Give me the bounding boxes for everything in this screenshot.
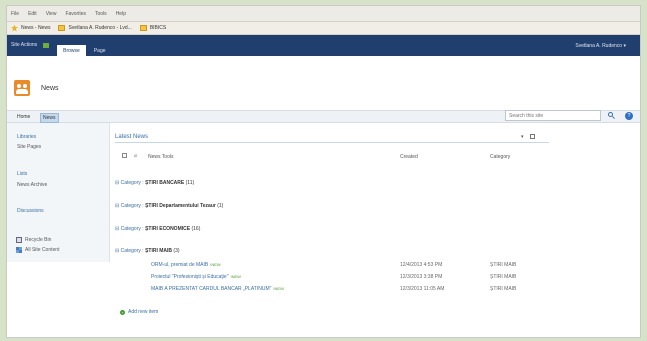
favorite-user[interactable]: Svetlana A. Rudenco - Lvd... <box>58 25 132 31</box>
menu-favorites[interactable]: Favorites <box>65 11 86 17</box>
title-area <box>7 56 640 106</box>
group-header[interactable]: ⊟ Category : ȘTIRI ECONOMICE (16) <box>115 226 200 232</box>
category-cell: ȘTIRI MAIB <box>490 286 517 292</box>
star-icon <box>11 24 18 32</box>
column-header-created[interactable]: Created <box>400 154 418 160</box>
add-new-item-label: Add new item <box>128 309 159 315</box>
all-site-content-icon <box>16 247 22 253</box>
tab-browse[interactable]: Browse <box>57 45 86 56</box>
browser-menubar: File Edit View Favorites Tools Help <box>7 6 640 22</box>
group-name: ȘTIRI BANCARE <box>145 180 185 186</box>
quicklaunch-news-archive[interactable]: News Archive <box>17 182 47 188</box>
people-icon <box>14 80 30 96</box>
news-title-link[interactable]: Proiectul "Profesionişti și Educaţie" !NE… <box>151 274 241 280</box>
ribbon-bar: Site Actions Browse Page Svetlana A. Rud… <box>7 35 640 56</box>
recycle-bin-icon <box>16 237 22 243</box>
folder-icon <box>139 25 147 31</box>
favorite-label: News - News <box>21 25 51 31</box>
created-cell: 12/4/2013 4:53 PM <box>400 262 443 268</box>
quicklaunch-recycle-bin[interactable]: Recycle Bin <box>25 237 51 243</box>
group-prefix: Category : <box>120 203 144 209</box>
search-icon[interactable] <box>608 112 616 120</box>
expand-collapse-icon[interactable]: ⊟ <box>115 180 119 186</box>
category-cell: ȘTIRI MAIB <box>490 262 517 268</box>
created-cell: 12/3/2013 11:05 AM <box>400 286 445 292</box>
favorite-bibics[interactable]: BIBICS <box>139 25 167 31</box>
menu-edit[interactable]: Edit <box>28 11 37 17</box>
new-badge: !NEW <box>230 274 241 279</box>
menu-help[interactable]: Help <box>116 11 126 17</box>
group-count: (16) <box>191 226 201 232</box>
group-header[interactable]: ⊟ Category : ȘTIRI Departamentului Tezau… <box>115 203 223 209</box>
group-count: (11) <box>185 180 195 186</box>
browser-window: File Edit View Favorites Tools Help News… <box>6 5 641 338</box>
group-header[interactable]: ⊟ Category : ȘTIRI BANCARE (11) <box>115 180 194 186</box>
quicklaunch-lists[interactable]: Lists <box>17 171 27 177</box>
expand-collapse-icon[interactable]: ⊟ <box>115 203 119 209</box>
quick-launch: Libraries Site Pages Lists News Archive … <box>7 123 110 262</box>
nav-news[interactable]: News <box>40 113 59 123</box>
site-actions-button[interactable]: Site Actions <box>11 42 37 48</box>
menu-view[interactable]: View <box>46 11 57 17</box>
main-content: Latest News ▾ ⌀ News Tools Created Categ… <box>110 123 640 337</box>
help-icon[interactable]: ? <box>625 112 633 120</box>
favorite-news[interactable]: News - News <box>11 24 51 32</box>
tab-page[interactable]: Page <box>88 45 112 56</box>
group-count: (1) <box>217 203 224 209</box>
expand-collapse-icon[interactable]: ⊟ <box>115 226 119 232</box>
quicklaunch-site-pages[interactable]: Site Pages <box>17 144 41 150</box>
favorite-label: Svetlana A. Rudenco - Lvd... <box>68 25 132 31</box>
group-header[interactable]: ⊟ Category : ȘTIRI MAIB (3) <box>115 248 180 254</box>
favorite-label: BIBICS <box>149 25 167 31</box>
group-name: ȘTIRI Departamentului Tezaur <box>145 203 216 209</box>
news-title-link[interactable]: ORM-ul, premiat de MAIB !NEW <box>151 262 221 268</box>
new-badge: !NEW <box>210 262 221 267</box>
attachment-icon: ⌀ <box>134 153 138 159</box>
group-prefix: Category : <box>120 180 144 186</box>
group-prefix: Category : <box>120 226 144 232</box>
webpart-menu-icon[interactable]: ▾ <box>521 134 524 140</box>
new-badge: !NEW <box>273 286 284 291</box>
search-input[interactable] <box>505 110 601 121</box>
column-header-category[interactable]: Category <box>490 154 510 160</box>
menu-file[interactable]: File <box>11 11 19 17</box>
created-cell: 12/3/2013 3:38 PM <box>400 274 443 280</box>
webpart-title[interactable]: Latest News <box>115 134 148 140</box>
menu-tools[interactable]: Tools <box>95 11 107 17</box>
webpart-select-checkbox[interactable] <box>530 134 535 139</box>
navigate-up-icon[interactable] <box>43 43 50 48</box>
news-title-link[interactable]: MAIB A PREZENTAT CARDUL BANCAR „PLATINUM… <box>151 286 284 292</box>
group-name: ȘTIRI MAIB <box>145 248 173 254</box>
quicklaunch-discussions[interactable]: Discussions <box>17 208 44 214</box>
category-cell: ȘTIRI MAIB <box>490 274 517 280</box>
page-title[interactable]: News <box>41 85 59 92</box>
quicklaunch-all-site-content[interactable]: All Site Content <box>25 247 59 253</box>
webpart-divider <box>115 142 549 143</box>
group-prefix: Category : <box>120 248 144 254</box>
folder-icon <box>58 25 66 31</box>
favorites-bar: News - News Svetlana A. Rudenco - Lvd...… <box>7 22 640 35</box>
expand-collapse-icon[interactable]: ⊟ <box>115 248 119 254</box>
column-header-title[interactable]: News Tools <box>148 154 173 160</box>
add-icon: + <box>120 309 125 315</box>
user-menu[interactable]: Svetlana A. Rudenco ▾ <box>575 43 626 49</box>
add-new-item-link[interactable]: + Add new item <box>120 309 158 315</box>
quicklaunch-libraries[interactable]: Libraries <box>17 134 36 140</box>
nav-home[interactable]: Home <box>17 113 30 121</box>
group-count: (3) <box>173 248 180 254</box>
select-all-checkbox[interactable] <box>122 153 127 158</box>
group-name: ȘTIRI ECONOMICE <box>145 226 191 232</box>
